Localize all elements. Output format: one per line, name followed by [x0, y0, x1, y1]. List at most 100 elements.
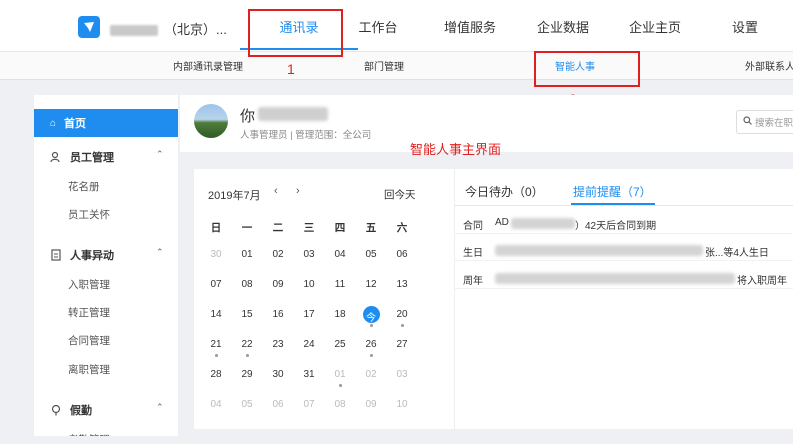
sidebar-group-changes[interactable]: 人事异动: [50, 247, 114, 263]
sidebar-item-roster[interactable]: 花名册: [68, 179, 100, 194]
calendar-day[interactable]: 04: [206, 399, 226, 410]
tab-advance-reminders[interactable]: 提前提醒（7）: [573, 183, 652, 200]
calendar-month: 2019年7月: [208, 190, 261, 202]
event-dot: [369, 354, 373, 357]
app-logo-icon: [78, 16, 100, 38]
sidebar-item-home[interactable]: ⌂ 首页: [34, 109, 178, 137]
calendar-day[interactable]: 20: [392, 309, 412, 320]
calendar-day[interactable]: 21: [206, 339, 226, 350]
nav-enterprise-data[interactable]: 企业数据: [533, 0, 593, 52]
nav-settings[interactable]: 设置: [730, 0, 760, 52]
chevron-right-icon[interactable]: ›: [296, 185, 300, 197]
nav-value-added[interactable]: 增值服务: [440, 0, 500, 52]
reminder-text: ）42天后合同到期: [575, 221, 657, 232]
calendar-day-today[interactable]: 今: [361, 309, 381, 324]
redacted-text: [511, 218, 575, 229]
subnav-department[interactable]: 部门管理: [364, 58, 404, 73]
reminders-card: 今日待办（0） 提前提醒（7） 合同 AD ）42天后合同到期 生日 张...等…: [454, 169, 793, 429]
tab-divider: [455, 205, 793, 206]
user-header-panel: 你 人事管理员 | 管理范围：全公司 智能人事主界面 搜索在职: [180, 95, 793, 157]
chevron-up-icon[interactable]: ⌃: [156, 149, 164, 160]
sidebar-group-employees[interactable]: 员工管理: [50, 149, 114, 165]
annotation-box-2: [534, 51, 640, 87]
reminder-text: 将入职周年: [737, 276, 787, 287]
calendar-day[interactable]: 01: [237, 249, 257, 260]
calendar-day[interactable]: 18: [330, 309, 350, 320]
calendar-day[interactable]: 09: [268, 279, 288, 290]
chevron-left-icon[interactable]: ‹: [274, 185, 278, 197]
nav-enterprise-home[interactable]: 企业主页: [625, 0, 685, 52]
calendar-day[interactable]: 31: [299, 369, 319, 380]
bottom-strip: [0, 436, 793, 444]
calendar-day[interactable]: 02: [361, 369, 381, 380]
calendar-day[interactable]: 23: [268, 339, 288, 350]
list-item[interactable]: 周年 将入职周年: [455, 269, 793, 289]
event-dot: [245, 354, 249, 357]
weekday-label: 四: [334, 222, 346, 234]
weekday-label: 六: [396, 222, 408, 234]
calendar-day[interactable]: 29: [237, 369, 257, 380]
calendar-day[interactable]: 07: [299, 399, 319, 410]
calendar-day[interactable]: 02: [268, 249, 288, 260]
avatar[interactable]: [194, 104, 228, 138]
calendar-day[interactable]: 10: [299, 279, 319, 290]
calendar-day[interactable]: 28: [206, 369, 226, 380]
annotation-label-1: 1: [287, 61, 295, 77]
home-icon: ⌂: [50, 117, 57, 129]
calendar-day[interactable]: 30: [206, 249, 226, 260]
calendar-day[interactable]: 17: [299, 309, 319, 320]
pin-icon: [50, 404, 62, 416]
calendar-day[interactable]: 06: [392, 249, 412, 260]
subnav-external-contacts[interactable]: 外部联系人: [745, 58, 793, 73]
calendar-day[interactable]: 26: [361, 339, 381, 350]
sidebar-item-contracts[interactable]: 合同管理: [68, 333, 110, 348]
sidebar-item-offboarding[interactable]: 离职管理: [68, 362, 110, 377]
calendar-day[interactable]: 11: [330, 279, 350, 290]
weekday-label: 一: [241, 222, 253, 234]
calendar-day[interactable]: 15: [237, 309, 257, 320]
calendar-day[interactable]: 06: [268, 399, 288, 410]
calendar-day[interactable]: 27: [392, 339, 412, 350]
chevron-up-icon[interactable]: ⌃: [156, 247, 164, 258]
calendar-day[interactable]: 16: [268, 309, 288, 320]
list-item[interactable]: 合同 AD ）42天后合同到期: [455, 214, 793, 234]
list-item[interactable]: 生日 张...等4人生日: [455, 241, 793, 261]
calendar-day[interactable]: 14: [206, 309, 226, 320]
user-name: 你: [240, 108, 256, 125]
sidebar-group-attendance[interactable]: 假勤: [50, 402, 92, 418]
calendar-day[interactable]: 13: [392, 279, 412, 290]
reminder-prefix: AD: [495, 217, 509, 228]
calendar-card: 2019年7月 ‹ › 回今天 日 一 二 三 四 五 六 30 01 02 03 04 05 06 07…: [194, 169, 454, 429]
sidebar-item-regularization[interactable]: 转正管理: [68, 305, 110, 320]
calendar-day[interactable]: 08: [237, 279, 257, 290]
calendar-day[interactable]: 04: [330, 249, 350, 260]
weekday-label: 日: [210, 222, 222, 234]
left-sidebar: ⌂ 首页 员工管理 ⌃ 花名册 员工关怀 人事异动 ⌃ 入职管理 转正管理 合同…: [34, 95, 178, 444]
calendar-day[interactable]: 12: [361, 279, 381, 290]
calendar-day[interactable]: 22: [237, 339, 257, 350]
tab-today-todo[interactable]: 今日待办（0）: [465, 183, 544, 200]
calendar-day[interactable]: 30: [268, 369, 288, 380]
nav-workbench[interactable]: 工作台: [358, 0, 398, 52]
search-input[interactable]: 搜索在职: [736, 110, 793, 134]
back-to-today-button[interactable]: 回今天: [384, 187, 416, 202]
calendar-day[interactable]: 09: [361, 399, 381, 410]
company-name: （北京）...: [110, 19, 227, 38]
calendar-day[interactable]: 01: [330, 369, 350, 380]
calendar-day[interactable]: 03: [299, 249, 319, 260]
calendar-day[interactable]: 03: [392, 369, 412, 380]
reminder-tag: 生日: [463, 248, 483, 259]
sidebar-item-care[interactable]: 员工关怀: [68, 207, 110, 222]
subnav-internal-contacts[interactable]: 内部通讯录管理: [173, 58, 243, 73]
search-icon: [743, 116, 752, 128]
calendar-day[interactable]: 08: [330, 399, 350, 410]
calendar-day[interactable]: 07: [206, 279, 226, 290]
chevron-up-icon[interactable]: ⌃: [156, 402, 164, 413]
calendar-day[interactable]: 05: [237, 399, 257, 410]
annotation-box-1: [248, 9, 343, 57]
sidebar-item-onboarding[interactable]: 入职管理: [68, 277, 110, 292]
calendar-day[interactable]: 25: [330, 339, 350, 350]
calendar-day[interactable]: 10: [392, 399, 412, 410]
calendar-day[interactable]: 24: [299, 339, 319, 350]
calendar-day[interactable]: 05: [361, 249, 381, 260]
